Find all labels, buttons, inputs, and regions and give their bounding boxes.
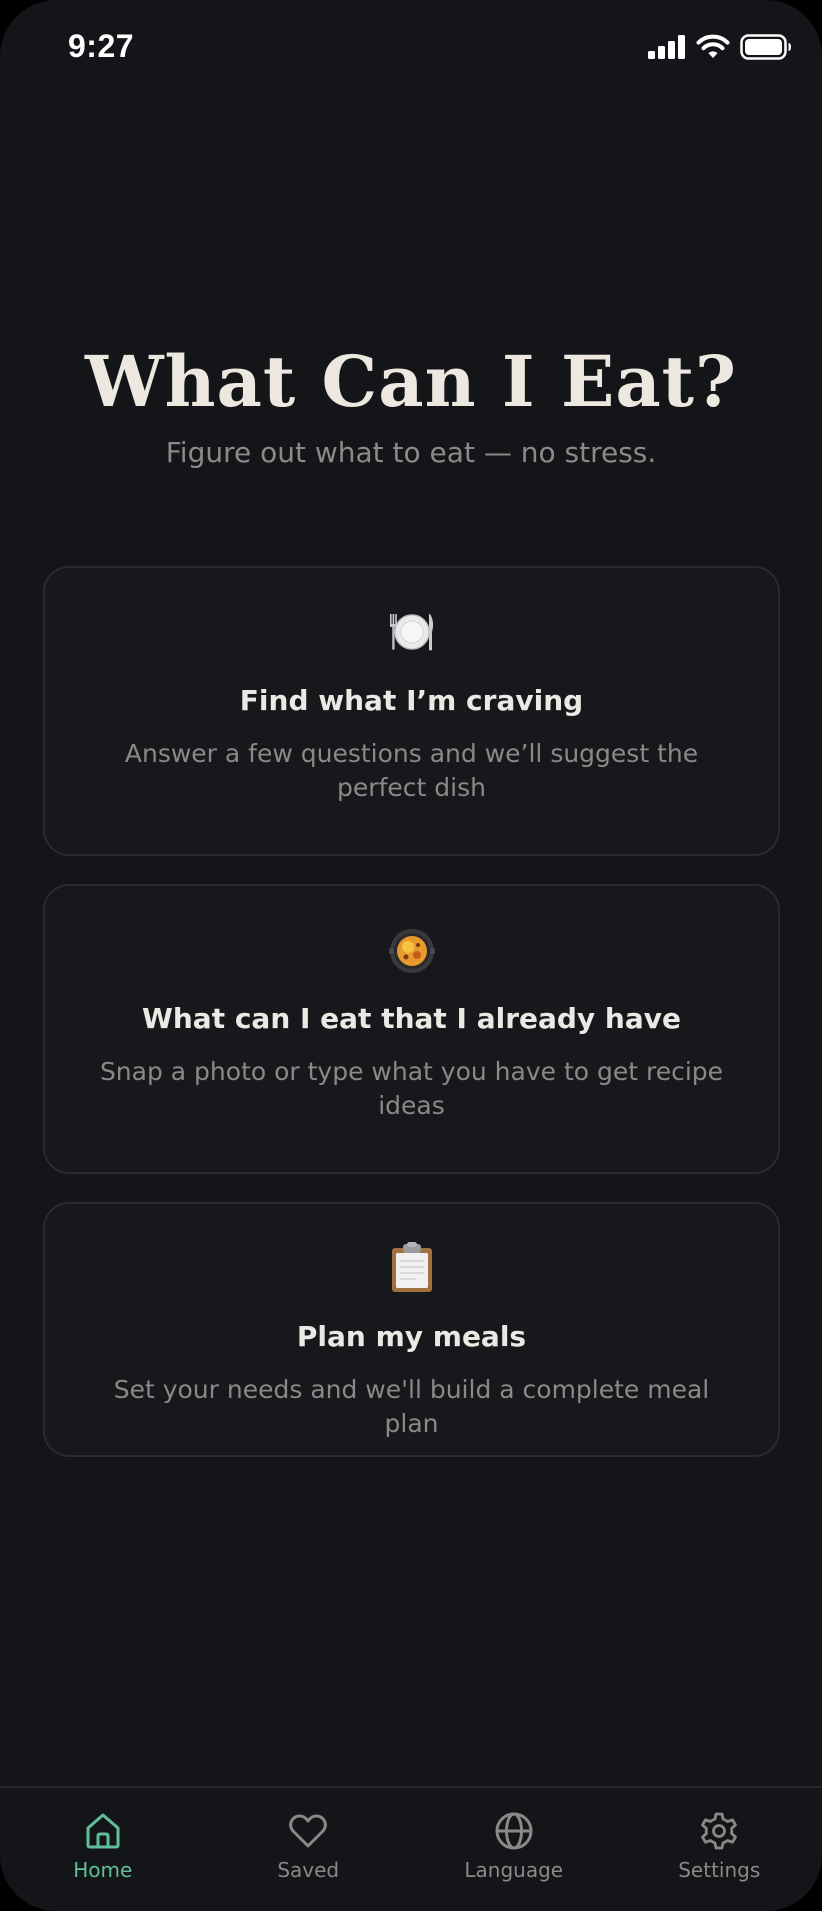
- craving-card-description: Answer a few questions and we’ll suggest…: [124, 739, 699, 802]
- meal-plan-card[interactable]: Plan my meals Set your needs and we'll b…: [43, 1202, 780, 1457]
- tab-saved[interactable]: Saved: [206, 1788, 412, 1911]
- ingredients-card-title: What can I eat that I already have: [141, 1002, 681, 1035]
- plate-cutlery-icon: [389, 614, 433, 651]
- tab-settings[interactable]: Settings: [617, 1788, 822, 1911]
- clipboard-icon: [391, 1242, 432, 1292]
- tab-settings-label: Settings: [678, 1858, 761, 1882]
- battery-icon: [740, 34, 791, 60]
- tab-language-label: Language: [464, 1858, 564, 1882]
- tab-language[interactable]: Language: [411, 1788, 617, 1911]
- status-icons: [648, 34, 792, 60]
- globe-icon: [495, 1812, 533, 1850]
- cellular-signal-icon: [648, 35, 685, 59]
- page-title: What Can I Eat?: [84, 340, 738, 423]
- home-icon: [86, 1813, 120, 1849]
- app-screen: 9:27 What Can I Eat? Figure out what to: [0, 0, 822, 1911]
- pan-food-icon: [388, 929, 435, 973]
- ingredients-card[interactable]: What can I eat that I already have Snap …: [43, 884, 780, 1174]
- craving-card[interactable]: Find what I’m craving Answer a few quest…: [43, 566, 780, 856]
- bottom-tab-bar: Home Saved Language Settings: [0, 1786, 822, 1911]
- wifi-icon: [696, 34, 730, 58]
- tab-home-label: Home: [73, 1858, 133, 1882]
- tab-home[interactable]: Home: [0, 1788, 206, 1911]
- heart-icon: [289, 1814, 328, 1848]
- gear-icon: [701, 1812, 738, 1850]
- page-header: What Can I Eat? Figure out what to eat —…: [0, 340, 822, 469]
- status-bar: 9:27: [0, 0, 822, 96]
- meal-plan-card-title: Plan my meals: [296, 1320, 527, 1353]
- page-subtitle: Figure out what to eat — no stress.: [165, 436, 657, 469]
- option-cards: Find what I’m craving Answer a few quest…: [43, 566, 780, 1485]
- status-time: 9:27: [68, 28, 135, 64]
- craving-card-title: Find what I’m craving: [239, 684, 584, 717]
- ingredients-card-description: Snap a photo or type what you have to ge…: [99, 1057, 724, 1120]
- tab-saved-label: Saved: [277, 1858, 340, 1882]
- meal-plan-card-description: Set your needs and we'll build a complet…: [113, 1375, 710, 1438]
